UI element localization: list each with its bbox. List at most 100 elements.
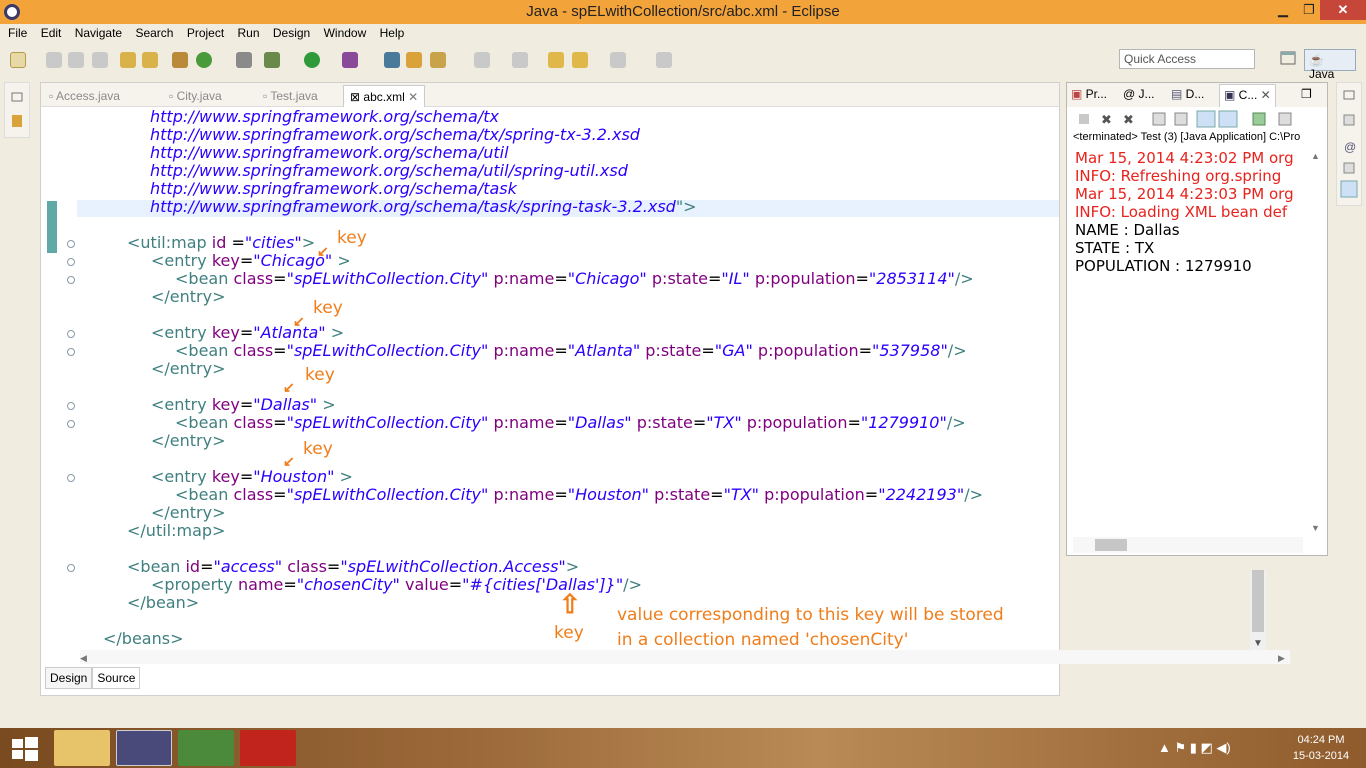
left-trim-stack <box>4 82 30 138</box>
pin-console-icon[interactable] <box>1252 112 1266 126</box>
java-perspective-button[interactable]: ☕ Java <box>1304 49 1356 81</box>
quick-access-input[interactable]: Quick Access <box>1119 49 1255 69</box>
new-icon[interactable] <box>10 52 26 68</box>
panel-tab-bar: ▣ Pr... @ J... ▤ D... ▣ C... ✕ ❐ <box>1067 83 1327 107</box>
fold-toggle[interactable] <box>67 474 75 482</box>
save-all-icon[interactable] <box>68 52 84 68</box>
show-stderr-icon[interactable] <box>1218 110 1238 128</box>
console-line: INFO: Refreshing org.spring <box>1075 167 1282 185</box>
skip-breakpoints-icon[interactable] <box>236 52 252 68</box>
tab-abc-xml[interactable]: ⊠ abc.xml ✕ <box>343 85 426 107</box>
menu-navigate[interactable]: Navigate <box>75 24 122 42</box>
fold-toggle[interactable] <box>67 240 75 248</box>
scroll-thumb[interactable] <box>1095 539 1127 551</box>
scroll-lock-icon[interactable] <box>1174 112 1188 126</box>
new-java-project-icon[interactable] <box>172 52 188 68</box>
console-icon: ▣ <box>1224 88 1239 102</box>
restore-icon[interactable] <box>5 83 29 137</box>
console-line: Mar 15, 2014 4:23:03 PM org <box>1075 185 1294 203</box>
run-external-icon[interactable] <box>342 52 358 68</box>
menu-file[interactable]: File <box>8 24 27 42</box>
system-tray[interactable]: ▲ ⚑ ▮ ◩ ◀) <box>1158 740 1278 758</box>
tab-design[interactable]: Design <box>45 667 93 689</box>
terminate-icon[interactable] <box>1079 114 1089 124</box>
remove-all-icon[interactable]: ✖ <box>1123 112 1134 127</box>
pin-editor-icon[interactable] <box>656 52 672 68</box>
key-annotation: key <box>554 623 584 643</box>
download-manager-icon[interactable] <box>178 730 234 766</box>
fold-toggle[interactable] <box>67 420 75 428</box>
remove-launch-icon[interactable]: ✖ <box>1101 112 1112 127</box>
fold-toggle[interactable] <box>67 330 75 338</box>
editor-vertical-scrollbar[interactable]: ▼ <box>1250 570 1266 650</box>
console-vertical-scrollbar[interactable]: ▲ ▼ <box>1307 149 1323 535</box>
last-edit-icon[interactable] <box>548 52 564 68</box>
debug-icon[interactable] <box>264 52 280 68</box>
tab-declaration[interactable]: ▤ D... <box>1171 87 1204 101</box>
code-line: http://www.springframework.org/schema/ta… <box>150 179 517 198</box>
code-text[interactable]: http://www.springframework.org/schema/tx… <box>79 108 1059 648</box>
menu-help[interactable]: Help <box>380 24 405 42</box>
clear-console-icon[interactable] <box>1152 112 1166 126</box>
pdf-reader-icon[interactable] <box>240 730 296 766</box>
restore-icon[interactable] <box>1343 90 1355 100</box>
next-annotation-icon[interactable] <box>474 52 490 68</box>
fold-toggle[interactable] <box>67 276 75 284</box>
tab-console[interactable]: ▣ C... ✕ <box>1219 84 1276 107</box>
close-tab-icon[interactable]: ✕ <box>1257 88 1271 102</box>
run-icon[interactable] <box>304 52 320 68</box>
console-horizontal-scrollbar[interactable] <box>1073 537 1303 553</box>
tab-problems[interactable]: ▣ Pr... <box>1071 87 1107 101</box>
tab-city-java[interactable]: ▫ City.java <box>169 85 222 107</box>
outline-icon[interactable] <box>1343 114 1355 126</box>
window-titlebar: Java - spELwithCollection/src/abc.xml - … <box>0 0 1366 24</box>
console-output[interactable]: Mar 15, 2014 4:23:02 PM org INFO: Refres… <box>1075 149 1305 539</box>
open-type-icon[interactable] <box>120 52 136 68</box>
declaration-icon: ▤ <box>1171 87 1186 101</box>
file-explorer-icon[interactable] <box>54 730 110 766</box>
fold-toggle[interactable] <box>67 402 75 410</box>
open-perspective-icon[interactable] <box>1277 49 1299 69</box>
menu-design[interactable]: Design <box>273 24 310 42</box>
open-resource-icon[interactable] <box>142 52 158 68</box>
console-icon[interactable] <box>1340 180 1358 198</box>
search-icon[interactable] <box>430 52 446 68</box>
open-folder-icon[interactable] <box>406 52 422 68</box>
prev-annotation-icon[interactable] <box>512 52 528 68</box>
javadoc-icon[interactable]: @ <box>1344 140 1356 154</box>
declaration-icon[interactable] <box>1343 162 1355 174</box>
eclipse-task-icon[interactable] <box>116 730 172 766</box>
windows-start-icon[interactable] <box>10 736 40 762</box>
code-line: <entry key="Houston" > <box>151 467 353 486</box>
menu-run[interactable]: Run <box>238 24 260 42</box>
save-icon[interactable] <box>46 52 62 68</box>
clock-time: 04:24 PM <box>1297 734 1345 746</box>
menu-window[interactable]: Window <box>324 24 367 42</box>
back-icon[interactable] <box>572 52 588 68</box>
show-stdout-icon[interactable] <box>1196 110 1216 128</box>
minimize-button[interactable]: ▁ <box>1270 0 1296 20</box>
tab-test-java[interactable]: ▫ Test.java <box>263 85 318 107</box>
menu-project[interactable]: Project <box>187 24 224 42</box>
fold-toggle[interactable] <box>67 348 75 356</box>
menu-edit[interactable]: Edit <box>41 24 62 42</box>
maximize-button[interactable]: ❐ <box>1296 0 1322 20</box>
tab-source[interactable]: Source <box>92 667 141 689</box>
maximize-view-icon[interactable]: ❐ <box>1301 87 1312 101</box>
tab-javadoc[interactable]: @ J... <box>1123 87 1155 101</box>
display-console-icon[interactable] <box>1278 112 1292 126</box>
clock[interactable]: 04:24 PM 15-03-2014 <box>1286 732 1356 764</box>
code-line: <bean class="spELwithCollection.City" p:… <box>175 485 983 504</box>
forward-icon[interactable] <box>610 52 626 68</box>
close-button[interactable]: ✕ <box>1320 0 1366 20</box>
fold-toggle[interactable] <box>67 564 75 572</box>
menu-search[interactable]: Search <box>135 24 173 42</box>
print-icon[interactable] <box>92 52 108 68</box>
refresh-icon[interactable] <box>196 52 212 68</box>
fold-toggle[interactable] <box>67 258 75 266</box>
right-trim-stack: @ <box>1336 82 1362 206</box>
new-package-icon[interactable] <box>384 52 400 68</box>
close-tab-icon[interactable]: ✕ <box>405 90 418 104</box>
editor-horizontal-scrollbar[interactable]: ◀ ▶ <box>80 650 1290 664</box>
tab-access-java[interactable]: ▫ Access.java <box>49 85 120 107</box>
